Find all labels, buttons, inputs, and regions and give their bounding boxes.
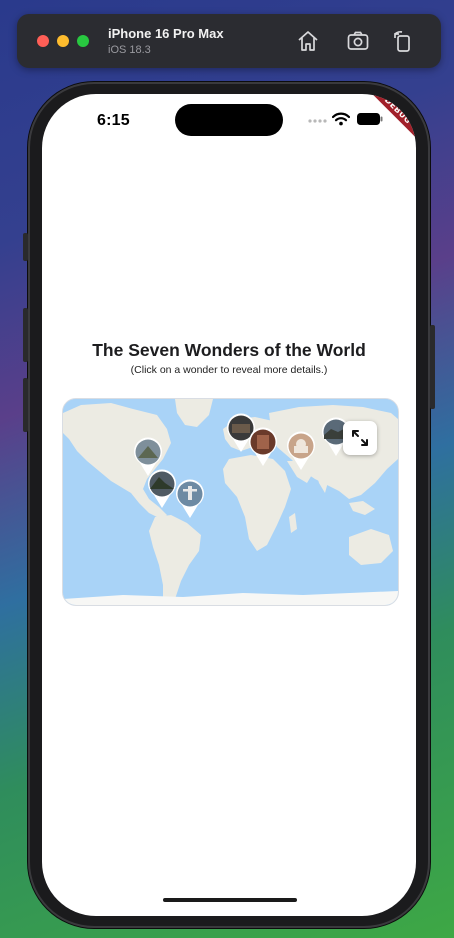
marker-petra-image[interactable] <box>248 427 278 467</box>
wifi-icon <box>332 112 350 126</box>
world-map[interactable] <box>62 398 399 606</box>
rotate-icon[interactable] <box>391 29 415 53</box>
marker-taj-mahal-image[interactable] <box>286 431 316 471</box>
screenshot-icon[interactable] <box>346 29 370 53</box>
status-time: 6:15 <box>97 112 130 129</box>
dynamic-island <box>175 104 283 136</box>
signal-dots-icon <box>308 119 327 123</box>
os-version: iOS 18.3 <box>108 44 151 56</box>
device-name: iPhone 16 Pro Max <box>108 26 224 41</box>
marker-taj-mahal[interactable] <box>286 431 316 471</box>
power-button <box>430 325 435 409</box>
zoom-window-button[interactable] <box>77 35 89 47</box>
minimize-window-button[interactable] <box>57 35 69 47</box>
page-subtitle: (Click on a wonder to reveal more detail… <box>130 364 328 376</box>
marker-machu-picchu[interactable] <box>147 469 177 509</box>
marker-machu-picchu-image[interactable] <box>147 469 177 509</box>
fullscreen-button[interactable] <box>343 421 377 455</box>
expand-icon <box>352 430 368 446</box>
volume-up-button <box>23 308 28 362</box>
battery-icon <box>357 113 383 125</box>
marker-christ-the-redeemer[interactable] <box>175 479 205 519</box>
volume-down-button <box>23 378 28 432</box>
home-icon[interactable] <box>296 29 320 53</box>
simulator-toolbar: iPhone 16 Pro Max iOS 18.3 <box>17 14 441 68</box>
marker-petra[interactable] <box>248 427 278 467</box>
page-title: The Seven Wonders of the World <box>92 340 366 360</box>
action-button <box>23 233 28 261</box>
home-indicator[interactable] <box>163 898 297 902</box>
phone-screen: 6:15 DEBUG The Seven Wonders of the Worl… <box>42 94 416 916</box>
marker-christ-the-redeemer-image[interactable] <box>175 479 205 519</box>
close-window-button[interactable] <box>37 35 49 47</box>
